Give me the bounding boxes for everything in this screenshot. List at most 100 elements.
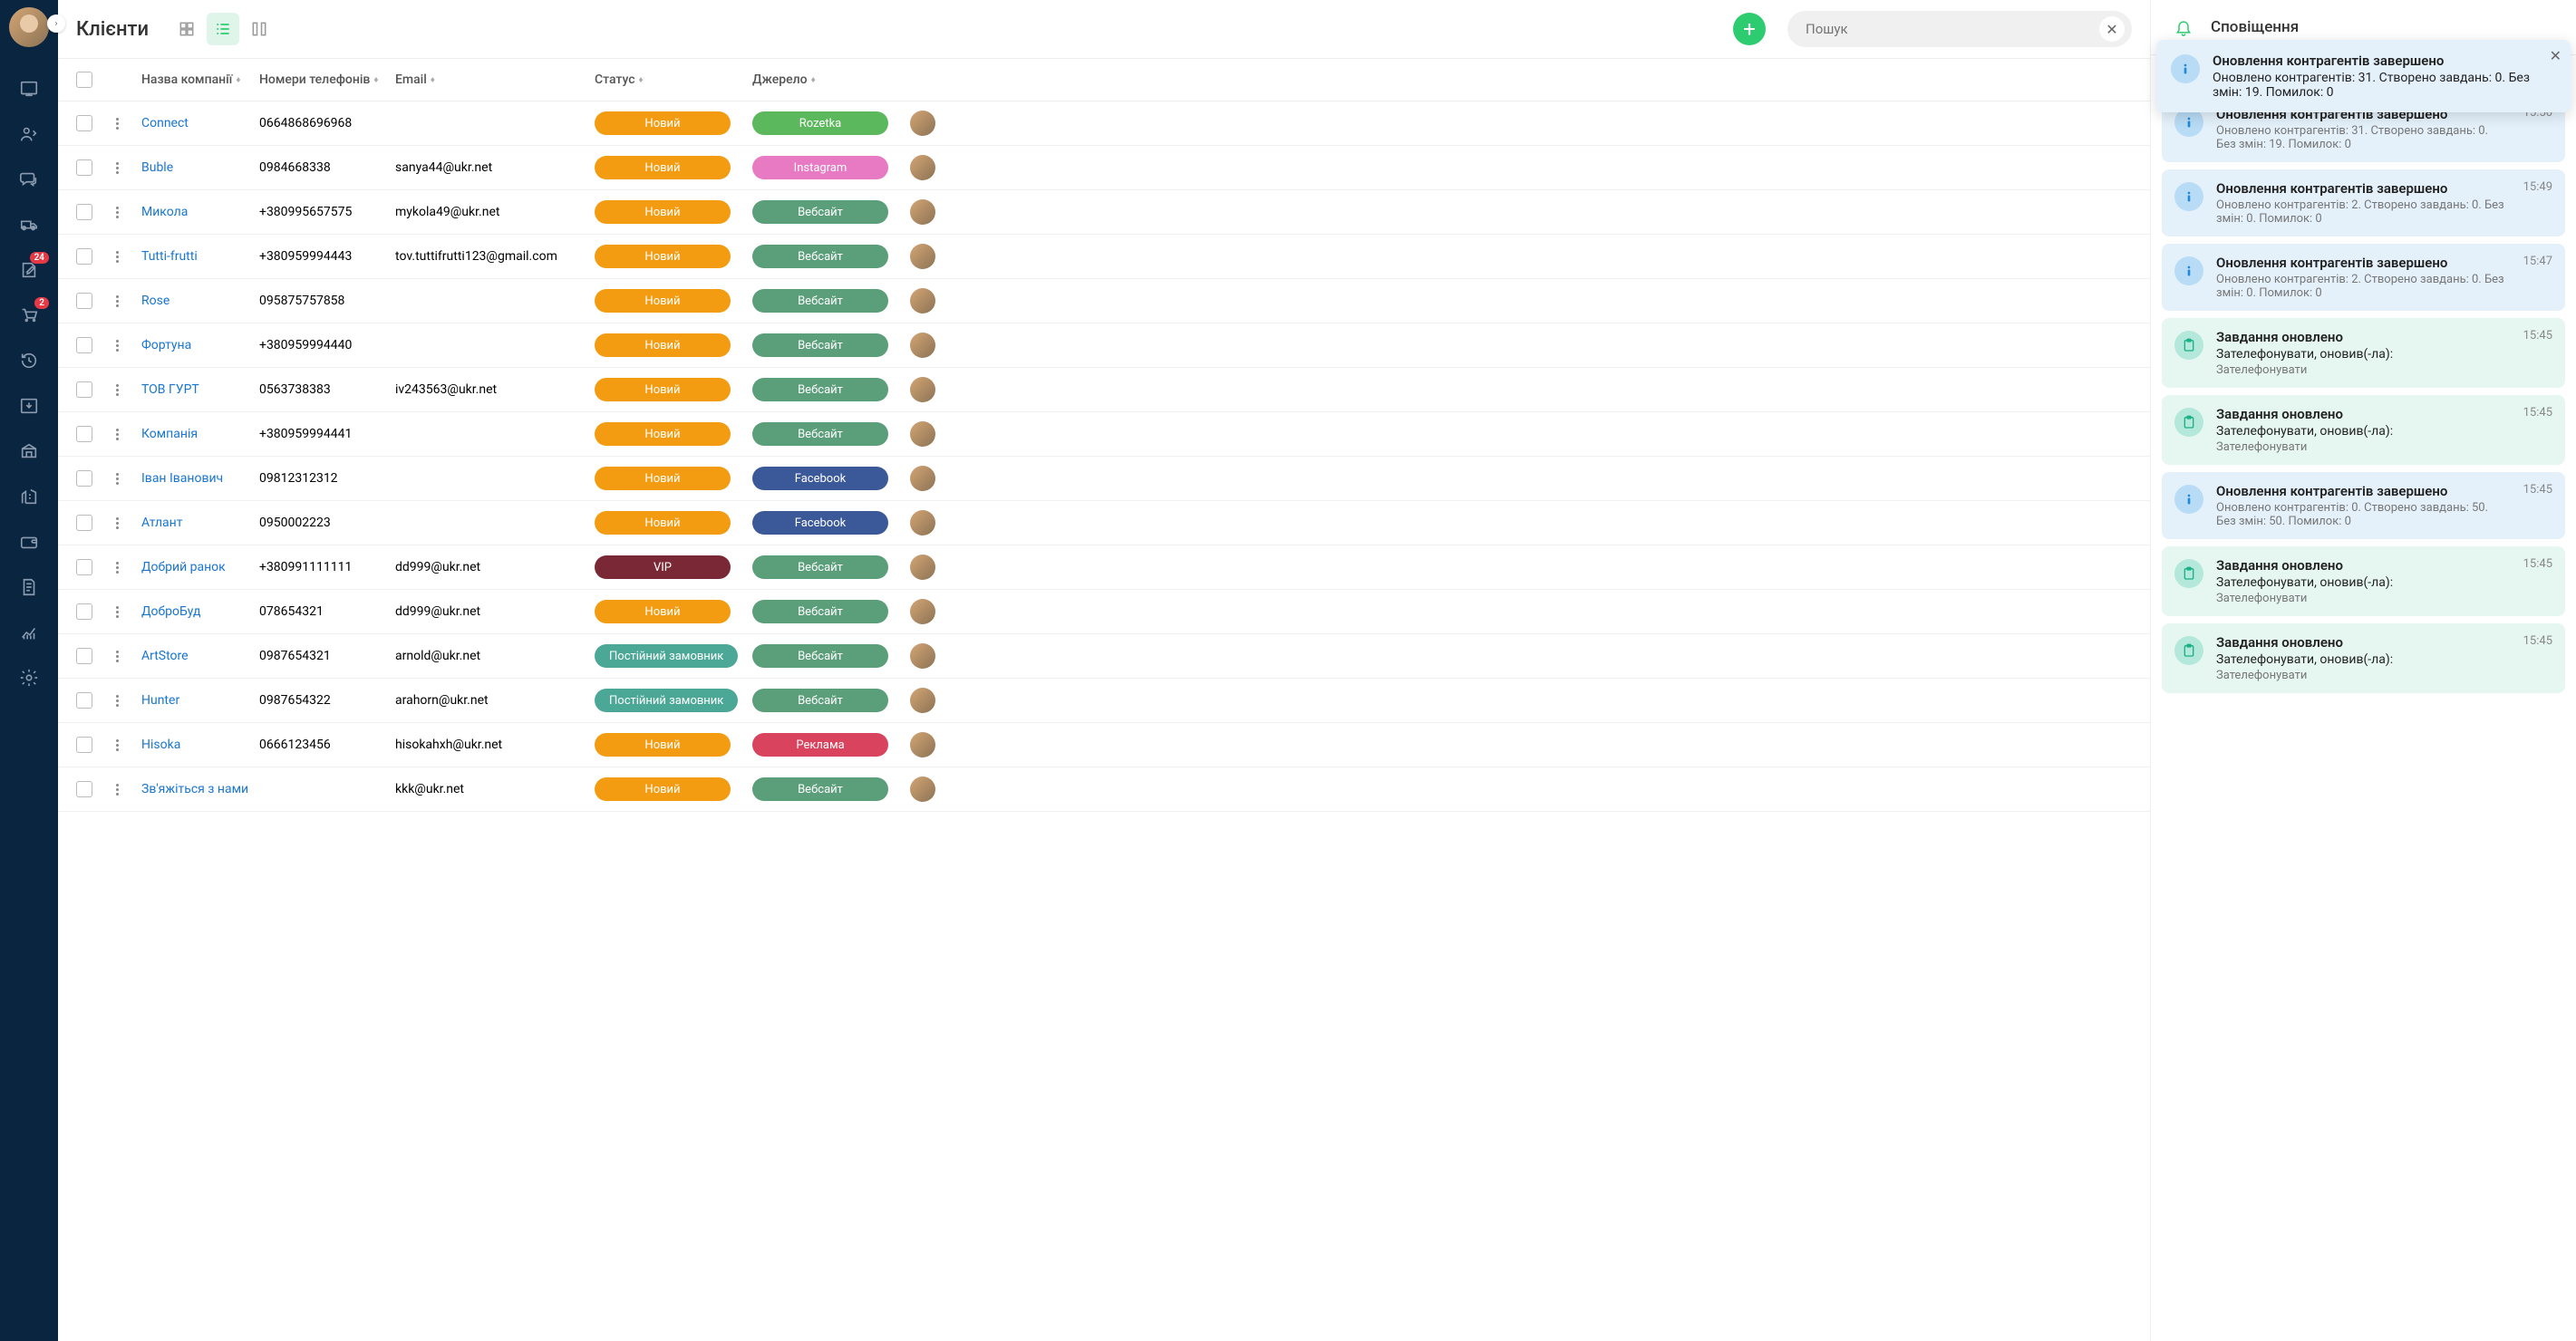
status-pill[interactable]: Новий: [595, 156, 731, 179]
source-pill[interactable]: Вебсайт: [752, 200, 888, 224]
nav-delivery[interactable]: [16, 212, 42, 237]
row-checkbox[interactable]: [76, 781, 92, 797]
company-link[interactable]: Фортуна: [141, 338, 191, 352]
company-link[interactable]: ТОВ ГУРТ: [141, 382, 199, 397]
nav-import[interactable]: [16, 393, 42, 419]
nav-company[interactable]: [16, 484, 42, 509]
source-pill[interactable]: Вебсайт: [752, 378, 888, 401]
nav-edit[interactable]: 24: [16, 257, 42, 283]
status-pill[interactable]: Новий: [595, 600, 731, 623]
source-pill[interactable]: Rozetka: [752, 111, 888, 135]
company-link[interactable]: ArtStore: [141, 649, 189, 663]
nav-products[interactable]: [16, 439, 42, 464]
row-checkbox[interactable]: [76, 603, 92, 620]
view-list-button[interactable]: [207, 13, 239, 45]
status-pill[interactable]: Новий: [595, 289, 731, 313]
row-checkbox[interactable]: [76, 426, 92, 442]
status-pill[interactable]: Новий: [595, 422, 731, 446]
row-menu-button[interactable]: [116, 382, 131, 397]
source-pill[interactable]: Instagram: [752, 156, 888, 179]
notification-card[interactable]: Завдання оновлено Зателефонувати, оновив…: [2162, 395, 2565, 465]
status-pill[interactable]: Новий: [595, 200, 731, 224]
source-pill[interactable]: Вебсайт: [752, 245, 888, 268]
source-pill[interactable]: Вебсайт: [752, 777, 888, 801]
expand-sidebar-button[interactable]: ›: [47, 14, 65, 33]
row-checkbox[interactable]: [76, 159, 92, 176]
status-pill[interactable]: Новий: [595, 511, 731, 535]
source-pill[interactable]: Вебсайт: [752, 689, 888, 712]
nav-settings[interactable]: [16, 665, 42, 690]
source-pill[interactable]: Facebook: [752, 467, 888, 490]
status-pill[interactable]: Новий: [595, 111, 731, 135]
row-checkbox[interactable]: [76, 515, 92, 531]
row-menu-button[interactable]: [116, 516, 131, 530]
status-pill[interactable]: Новий: [595, 777, 731, 801]
company-link[interactable]: Іван Іванович: [141, 471, 223, 486]
source-pill[interactable]: Вебсайт: [752, 555, 888, 579]
notification-card[interactable]: Завдання оновлено Зателефонувати, оновив…: [2162, 318, 2565, 388]
company-link[interactable]: ДоброБуд: [141, 604, 201, 619]
nav-clients[interactable]: [16, 121, 42, 147]
row-checkbox[interactable]: [76, 204, 92, 220]
row-checkbox[interactable]: [76, 248, 92, 265]
source-pill[interactable]: Вебсайт: [752, 422, 888, 446]
source-pill[interactable]: Реклама: [752, 733, 888, 757]
status-pill[interactable]: Новий: [595, 378, 731, 401]
select-all-checkbox[interactable]: [76, 72, 92, 88]
status-pill[interactable]: Новий: [595, 245, 731, 268]
notification-card[interactable]: Оновлення контрагентів завершено Оновлен…: [2162, 472, 2565, 539]
company-link[interactable]: Добрий ранок: [141, 560, 226, 574]
col-company[interactable]: Назва компанії♦: [141, 72, 259, 87]
row-menu-button[interactable]: [116, 649, 131, 663]
row-menu-button[interactable]: [116, 471, 131, 486]
status-pill[interactable]: Новий: [595, 333, 731, 357]
notification-card[interactable]: Оновлення контрагентів завершено Оновлен…: [2162, 244, 2565, 311]
row-menu-button[interactable]: [116, 604, 131, 619]
company-link[interactable]: Hunter: [141, 693, 179, 708]
col-phone[interactable]: Номери телефонів♦: [259, 72, 395, 87]
row-checkbox[interactable]: [76, 115, 92, 131]
status-pill[interactable]: Новий: [595, 467, 731, 490]
company-link[interactable]: Tutti-frutti: [141, 249, 198, 264]
row-checkbox[interactable]: [76, 293, 92, 309]
row-menu-button[interactable]: [116, 338, 131, 352]
nav-docs[interactable]: [16, 574, 42, 600]
status-pill[interactable]: Постійний замовник: [595, 689, 738, 712]
col-email[interactable]: Email♦: [395, 72, 595, 87]
toast-close-button[interactable]: ✕: [2550, 47, 2561, 64]
status-pill[interactable]: Новий: [595, 733, 731, 757]
notification-card[interactable]: Завдання оновлено Зателефонувати, оновив…: [2162, 623, 2565, 693]
row-menu-button[interactable]: [116, 249, 131, 264]
company-link[interactable]: Connect: [141, 116, 189, 130]
source-pill[interactable]: Вебсайт: [752, 644, 888, 668]
nav-cart[interactable]: 2: [16, 303, 42, 328]
status-pill[interactable]: Постійний замовник: [595, 644, 738, 668]
source-pill[interactable]: Вебсайт: [752, 333, 888, 357]
row-menu-button[interactable]: [116, 160, 131, 175]
company-link[interactable]: Атлант: [141, 516, 182, 530]
row-checkbox[interactable]: [76, 381, 92, 398]
col-status[interactable]: Статус♦: [595, 72, 752, 87]
notification-card[interactable]: Оновлення контрагентів завершено Оновлен…: [2162, 169, 2565, 236]
nav-chat[interactable]: [16, 167, 42, 192]
company-link[interactable]: Микола: [141, 205, 188, 219]
nav-history[interactable]: [16, 348, 42, 373]
row-menu-button[interactable]: [116, 560, 131, 574]
search-input[interactable]: [1787, 11, 2132, 47]
row-checkbox[interactable]: [76, 559, 92, 575]
row-checkbox[interactable]: [76, 692, 92, 709]
source-pill[interactable]: Вебсайт: [752, 600, 888, 623]
row-checkbox[interactable]: [76, 648, 92, 664]
nav-wallet[interactable]: [16, 529, 42, 555]
add-button[interactable]: +: [1733, 13, 1766, 45]
company-link[interactable]: Rose: [141, 294, 169, 308]
source-pill[interactable]: Facebook: [752, 511, 888, 535]
row-checkbox[interactable]: [76, 337, 92, 353]
status-pill[interactable]: VIP: [595, 555, 731, 579]
row-menu-button[interactable]: [116, 738, 131, 752]
company-link[interactable]: Hisoka: [141, 738, 180, 752]
search-clear-button[interactable]: ✕: [2099, 16, 2125, 42]
company-link[interactable]: Зв'яжіться з нами: [141, 782, 248, 796]
source-pill[interactable]: Вебсайт: [752, 289, 888, 313]
row-menu-button[interactable]: [116, 427, 131, 441]
